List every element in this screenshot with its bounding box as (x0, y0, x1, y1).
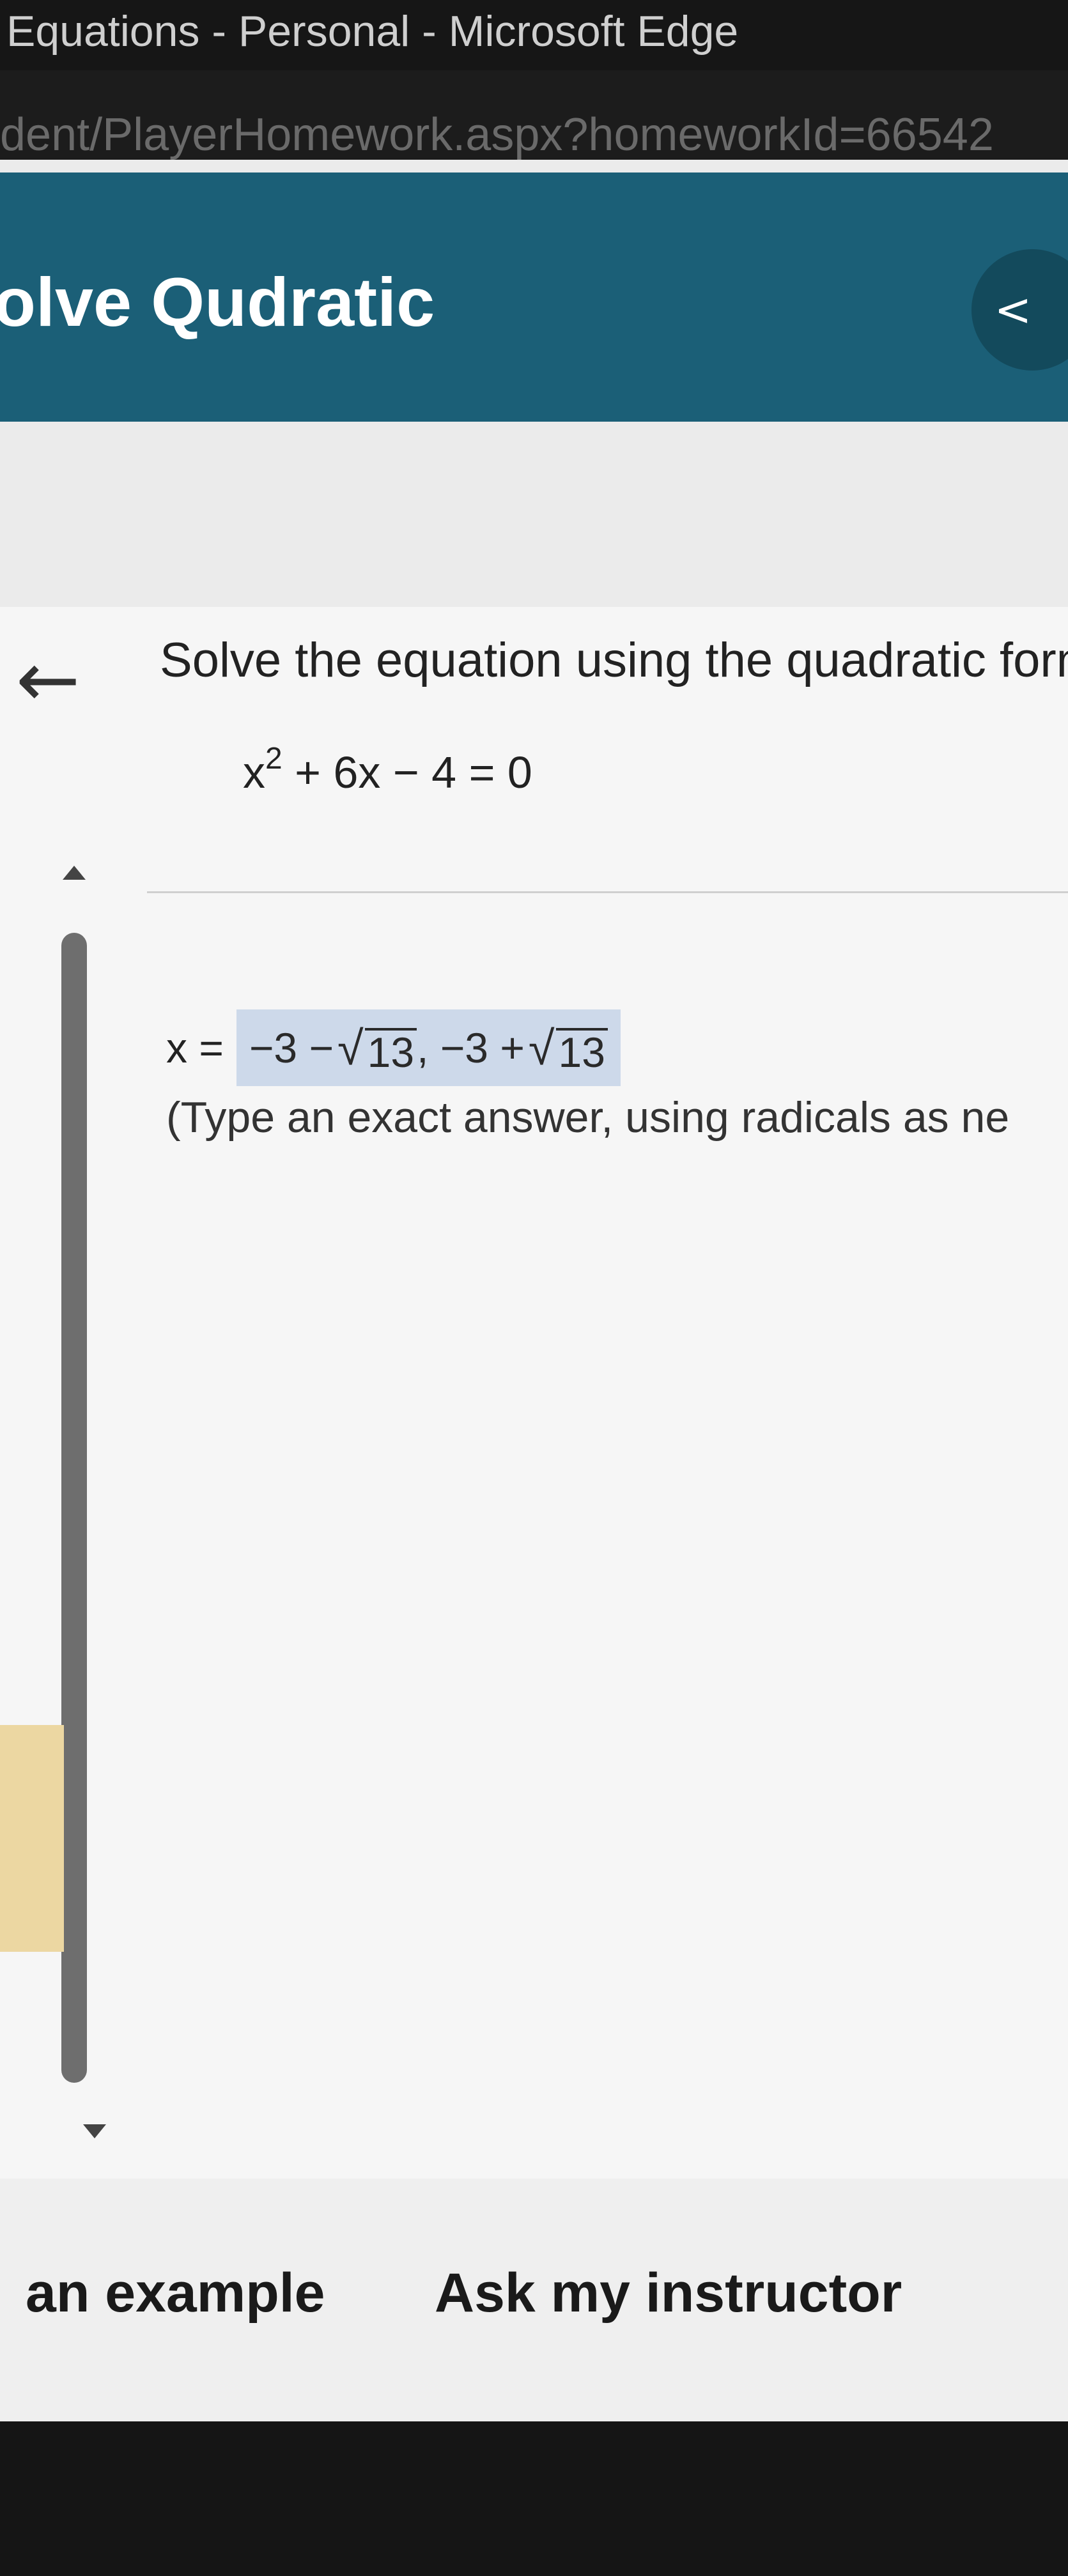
question-card (0, 607, 1068, 2179)
answer-input[interactable]: −3 − √ 13 , −3 + √ 13 (236, 1009, 621, 1086)
scroll-down-icon[interactable] (83, 2124, 106, 2138)
scrollbar-thumb[interactable] (61, 933, 87, 2083)
assignment-banner: olve Qudratic < (0, 172, 1068, 422)
question-prompt: Solve the equation using the quadratic f… (160, 633, 1068, 687)
back-arrow-icon[interactable]: ← (0, 632, 96, 728)
question-equation: x2 + 6x − 4 = 0 (243, 741, 532, 798)
equation-terms: + 6x − 4 = 0 (282, 747, 532, 797)
equation-exponent: 2 (265, 742, 282, 776)
radical-icon: √ (337, 1021, 364, 1075)
radicand: 13 (364, 1028, 417, 1075)
side-tab[interactable] (0, 1725, 64, 1952)
answer-hint: (Type an exact answer, using radicals as… (166, 1093, 1010, 1142)
scroll-up-icon[interactable] (63, 866, 86, 880)
radicand: 13 (555, 1028, 608, 1075)
sqrt-13-second: √ 13 (525, 1021, 608, 1075)
address-bar[interactable]: dent/PlayerHomework.aspx?homeworkId=6654… (0, 70, 1068, 166)
chevron-left-icon: < (994, 284, 1032, 336)
answer-label: x = (166, 1024, 224, 1071)
browser-title-bar: Equations - Personal - Microsoft Edge (0, 0, 1068, 70)
bottom-bezel (0, 2421, 1068, 2576)
view-example-link[interactable]: an example (26, 2262, 325, 2325)
sqrt-13-first: √ 13 (334, 1021, 417, 1075)
radical-icon: √ (528, 1021, 555, 1075)
address-url[interactable]: dent/PlayerHomework.aspx?homeworkId=6654… (0, 109, 994, 160)
answer-row: x = −3 − √ 13 , −3 + √ 13 (166, 1009, 621, 1086)
browser-title: Equations - Personal - Microsoft Edge (6, 7, 739, 56)
assignment-title: olve Qudratic (0, 263, 435, 341)
section-divider (147, 891, 1068, 893)
collapse-button[interactable]: < (971, 249, 1068, 371)
ask-instructor-link[interactable]: Ask my instructor (435, 2262, 902, 2325)
answer-separator: , −3 + (417, 1024, 525, 1071)
answer-part1-prefix: −3 − (249, 1024, 334, 1071)
equation-variable: x (243, 747, 265, 797)
